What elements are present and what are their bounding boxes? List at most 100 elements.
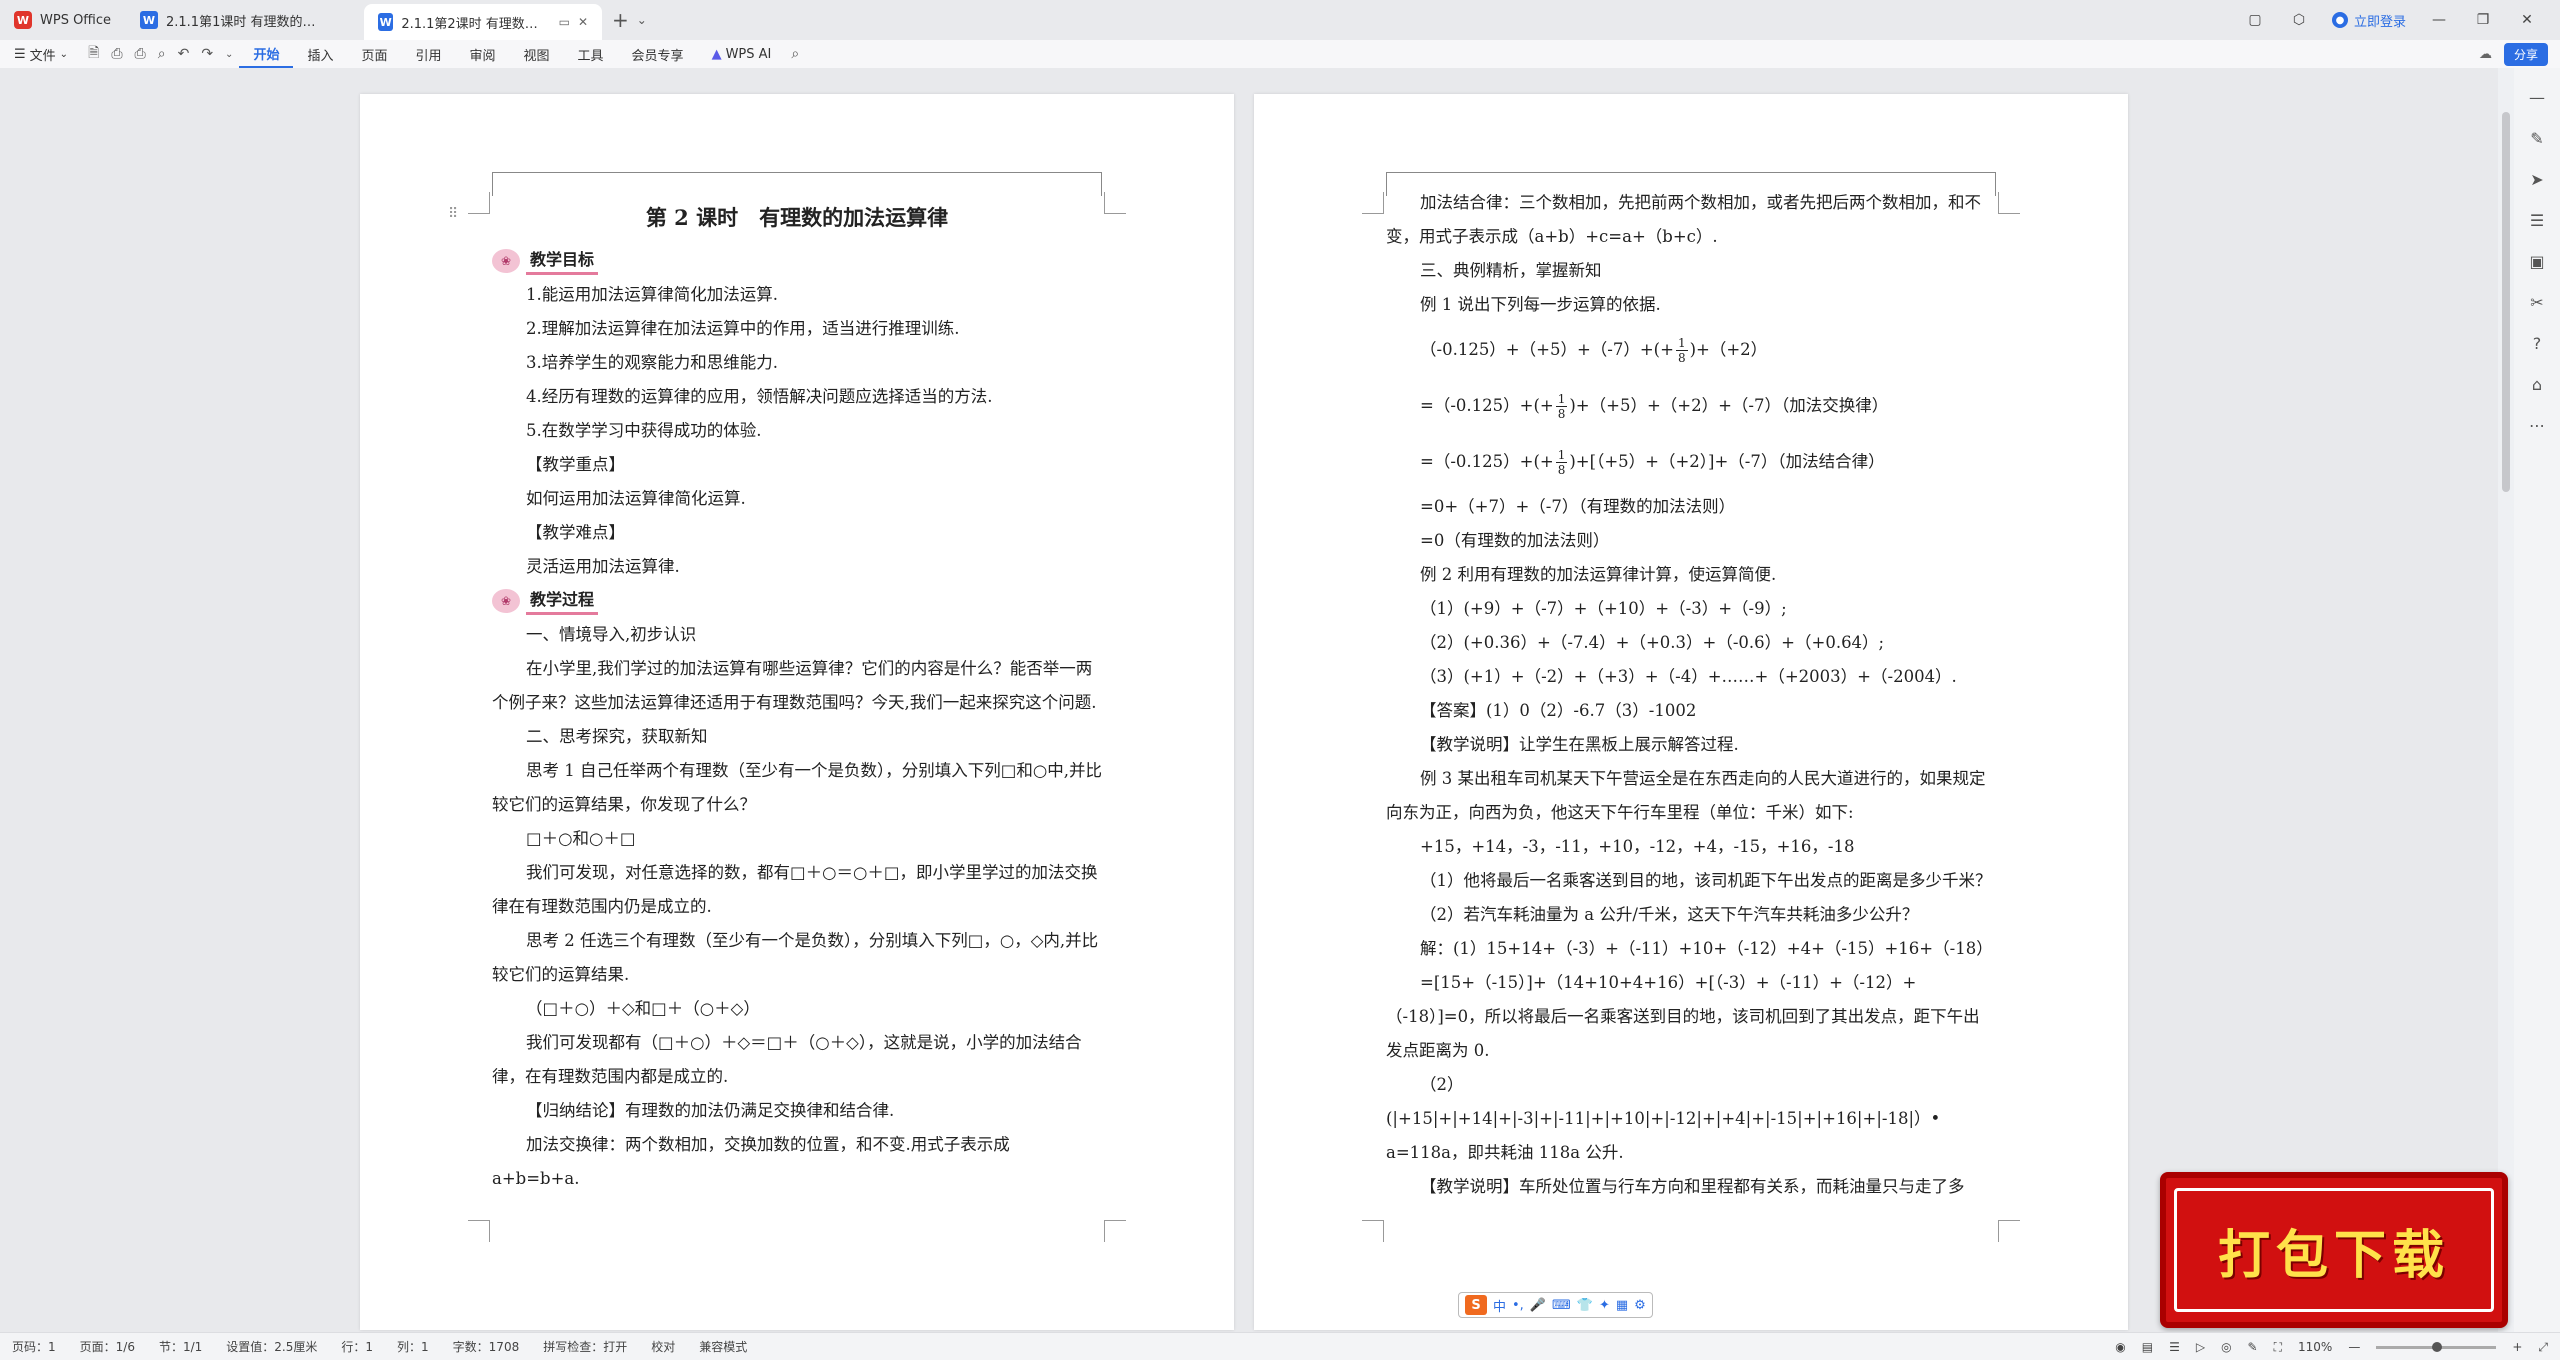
math-text: （-0.125）+（+5）+（-7）+(+ xyxy=(1420,340,1674,359)
share-button[interactable]: 分享 xyxy=(2503,42,2548,66)
tab-window-icon[interactable]: ▭ xyxy=(559,15,570,29)
status-page-number[interactable]: 页码：1 xyxy=(0,1338,68,1355)
print-preview-icon[interactable]: ⌕ xyxy=(152,46,172,62)
save-icon[interactable]: 🗎 xyxy=(82,42,105,66)
close-window-icon[interactable]: ✕ xyxy=(2516,12,2538,28)
zoom-slider[interactable] xyxy=(2376,1341,2497,1352)
new-tab-icon[interactable]: + xyxy=(612,8,629,32)
drag-handle-icon[interactable]: ⠿ xyxy=(448,206,458,222)
chevron-down-icon[interactable]: ⌄ xyxy=(219,49,239,60)
paragraph: 【答案】(1）0（2）-6.7（3）-1002 xyxy=(1420,701,1697,720)
tab-member[interactable]: 会员专享 xyxy=(618,40,698,68)
tab-page[interactable]: 页面 xyxy=(347,40,401,68)
document-page-1[interactable]: ⠿ 第 2 课时 有理数的加法运算律 ❀ 教学目标 1.能运用加法运算律简化加法… xyxy=(360,94,1234,1330)
more-icon[interactable]: ⋯ xyxy=(2529,416,2545,435)
image-icon[interactable]: ▣ xyxy=(2529,252,2544,271)
chevron-down-icon[interactable]: ⌄ xyxy=(637,13,647,27)
sliders-icon[interactable]: ☰ xyxy=(2530,211,2544,230)
download-banner[interactable]: 打包下载 xyxy=(2160,1172,2508,1328)
cloud-icon[interactable]: ☁ xyxy=(2479,47,2492,62)
margin-corner xyxy=(1998,1220,2020,1242)
wps-ai-button[interactable]: ▲ WPS AI xyxy=(698,40,786,68)
status-word-count[interactable]: 字数：1708 xyxy=(441,1338,532,1355)
tools-icon[interactable]: ✂ xyxy=(2530,293,2543,312)
goal-item: 2.理解加法运算律在加法运算中的作用，适当进行推理训练. xyxy=(526,319,960,338)
ribbon-right: ☁ 分享 xyxy=(2479,40,2548,68)
eye-icon[interactable]: ◉ xyxy=(2115,1340,2125,1354)
cube-icon[interactable]: ⬡ xyxy=(2288,12,2310,28)
document-title: 第 2 课时 有理数的加法运算律 xyxy=(645,205,949,230)
paragraph: （1）他将最后一名乘客送到目的地，该司机距下午出发点的距离是多少千米？ xyxy=(1420,871,1992,890)
restore-icon[interactable]: ❐ xyxy=(2472,12,2494,28)
ai-icon: ▲ xyxy=(711,46,722,62)
zoom-out-icon[interactable]: — xyxy=(2348,1340,2360,1354)
tab-tools[interactable]: 工具 xyxy=(564,40,618,68)
shirt-icon[interactable]: ⌂ xyxy=(2532,375,2542,394)
zoom-level[interactable]: 110% xyxy=(2298,1340,2332,1354)
page-view-icon[interactable]: ▤ xyxy=(2142,1340,2153,1354)
login-button[interactable]: ● 立即登录 xyxy=(2331,11,2406,30)
settings-icon[interactable]: ⚙ xyxy=(1634,1298,1646,1313)
paragraph: 例 2 利用有理数的加法运算律计算，使运算简便. xyxy=(1420,565,1777,584)
close-icon[interactable]: ✕ xyxy=(578,15,588,29)
fullscreen-icon[interactable]: ⤢ xyxy=(2538,1340,2548,1355)
play-icon[interactable]: ▷ xyxy=(2196,1340,2205,1354)
status-row[interactable]: 行：1 xyxy=(329,1338,385,1355)
status-spellcheck[interactable]: 拼写检查：打开 xyxy=(531,1338,639,1355)
tab-doc-lesson2[interactable]: W 2.1.1第2课时 有理数的加法运 ▭ ✕ xyxy=(364,4,602,40)
section-header-goals: ❀ 教学目标 xyxy=(492,244,1102,278)
status-pages[interactable]: 页面：1/6 xyxy=(68,1338,147,1355)
game-icon[interactable]: ✦ xyxy=(1599,1298,1610,1313)
margin-corner xyxy=(1104,1220,1126,1242)
margin-corner xyxy=(1104,192,1126,214)
status-section[interactable]: 节：1/1 xyxy=(147,1338,214,1355)
fraction-denominator: 8 xyxy=(1677,351,1686,365)
zoom-slider-thumb[interactable] xyxy=(2432,1341,2443,1352)
status-compat[interactable]: 兼容模式 xyxy=(687,1338,759,1355)
cursor-icon[interactable]: ➤ xyxy=(2530,170,2543,189)
minimize-icon[interactable]: — xyxy=(2428,12,2450,28)
collapse-icon[interactable]: — xyxy=(2529,88,2545,107)
globe-icon[interactable]: ◎ xyxy=(2221,1340,2231,1354)
pen-icon[interactable]: ✎ xyxy=(2530,129,2543,148)
key-point-label: 【教学重点】 xyxy=(526,455,625,474)
sogou-icon[interactable]: S xyxy=(1465,1295,1487,1315)
microphone-icon[interactable]: 🎤 xyxy=(1530,1298,1546,1313)
grid-icon[interactable]: ▦ xyxy=(1616,1298,1628,1313)
tab-insert[interactable]: 插入 xyxy=(293,40,347,68)
ime-mode[interactable]: 中 xyxy=(1493,1296,1506,1315)
status-proof[interactable]: 校对 xyxy=(639,1338,687,1355)
goal-item: 3.培养学生的观察能力和思维能力. xyxy=(526,353,778,372)
math-text: )+（+2） xyxy=(1689,340,1768,359)
tab-home[interactable]: 开始 xyxy=(239,40,294,68)
zoom-in-icon[interactable]: + xyxy=(2512,1340,2522,1354)
tab-wps-office[interactable]: W WPS Office xyxy=(0,0,126,40)
ime-toolbar[interactable]: S 中 •, 🎤 ⌨ 👕 ✦ ▦ ⚙ xyxy=(1458,1292,1653,1318)
layout-icon[interactable]: ▢ xyxy=(2244,12,2266,28)
outline-view-icon[interactable]: ☰ xyxy=(2169,1340,2180,1354)
status-col[interactable]: 列：1 xyxy=(385,1338,441,1355)
pen-icon[interactable]: ✎ xyxy=(2248,1340,2258,1354)
document-page-2[interactable]: 加法结合律：三个数相加，先把前两个数相加，或者先把后两个数相加，和不变，用式子表… xyxy=(1254,94,2128,1330)
punctuation-icon[interactable]: •, xyxy=(1512,1298,1524,1313)
export-icon[interactable]: ⎙ xyxy=(105,46,128,62)
undo-icon[interactable]: ↶ xyxy=(172,46,196,62)
vertical-scrollbar-thumb[interactable] xyxy=(2502,112,2510,492)
keyboard-icon[interactable]: ⌨ xyxy=(1552,1298,1571,1313)
margin-corner xyxy=(1362,192,1384,214)
ribbon-menu: ☰ 文件 ⌄ 🗎 ⎙ ⎙ ⌕ ↶ ↷ ⌄ 开始 插入 页面 引用 审阅 视图 工… xyxy=(0,40,2560,68)
fraction: 18 xyxy=(1675,336,1688,365)
tab-references[interactable]: 引用 xyxy=(401,40,455,68)
help-icon[interactable]: ? xyxy=(2533,334,2542,353)
tab-view[interactable]: 视图 xyxy=(510,40,564,68)
tab-review[interactable]: 审阅 xyxy=(456,40,510,68)
margin-corner xyxy=(468,192,490,214)
skin-icon[interactable]: 👕 xyxy=(1577,1298,1593,1313)
redo-icon[interactable]: ↷ xyxy=(195,46,219,62)
print-icon[interactable]: ⎙ xyxy=(129,46,152,62)
search-icon[interactable]: ⌕ xyxy=(785,46,805,62)
file-menu[interactable]: ☰ 文件 ⌄ xyxy=(0,40,82,68)
fit-icon[interactable]: ⛶ xyxy=(2274,1340,2282,1355)
tab-doc-lesson1[interactable]: W 2.1.1第1课时 有理数的加法.doc xyxy=(126,0,364,40)
status-setting[interactable]: 设置值：2.5厘米 xyxy=(214,1338,329,1355)
